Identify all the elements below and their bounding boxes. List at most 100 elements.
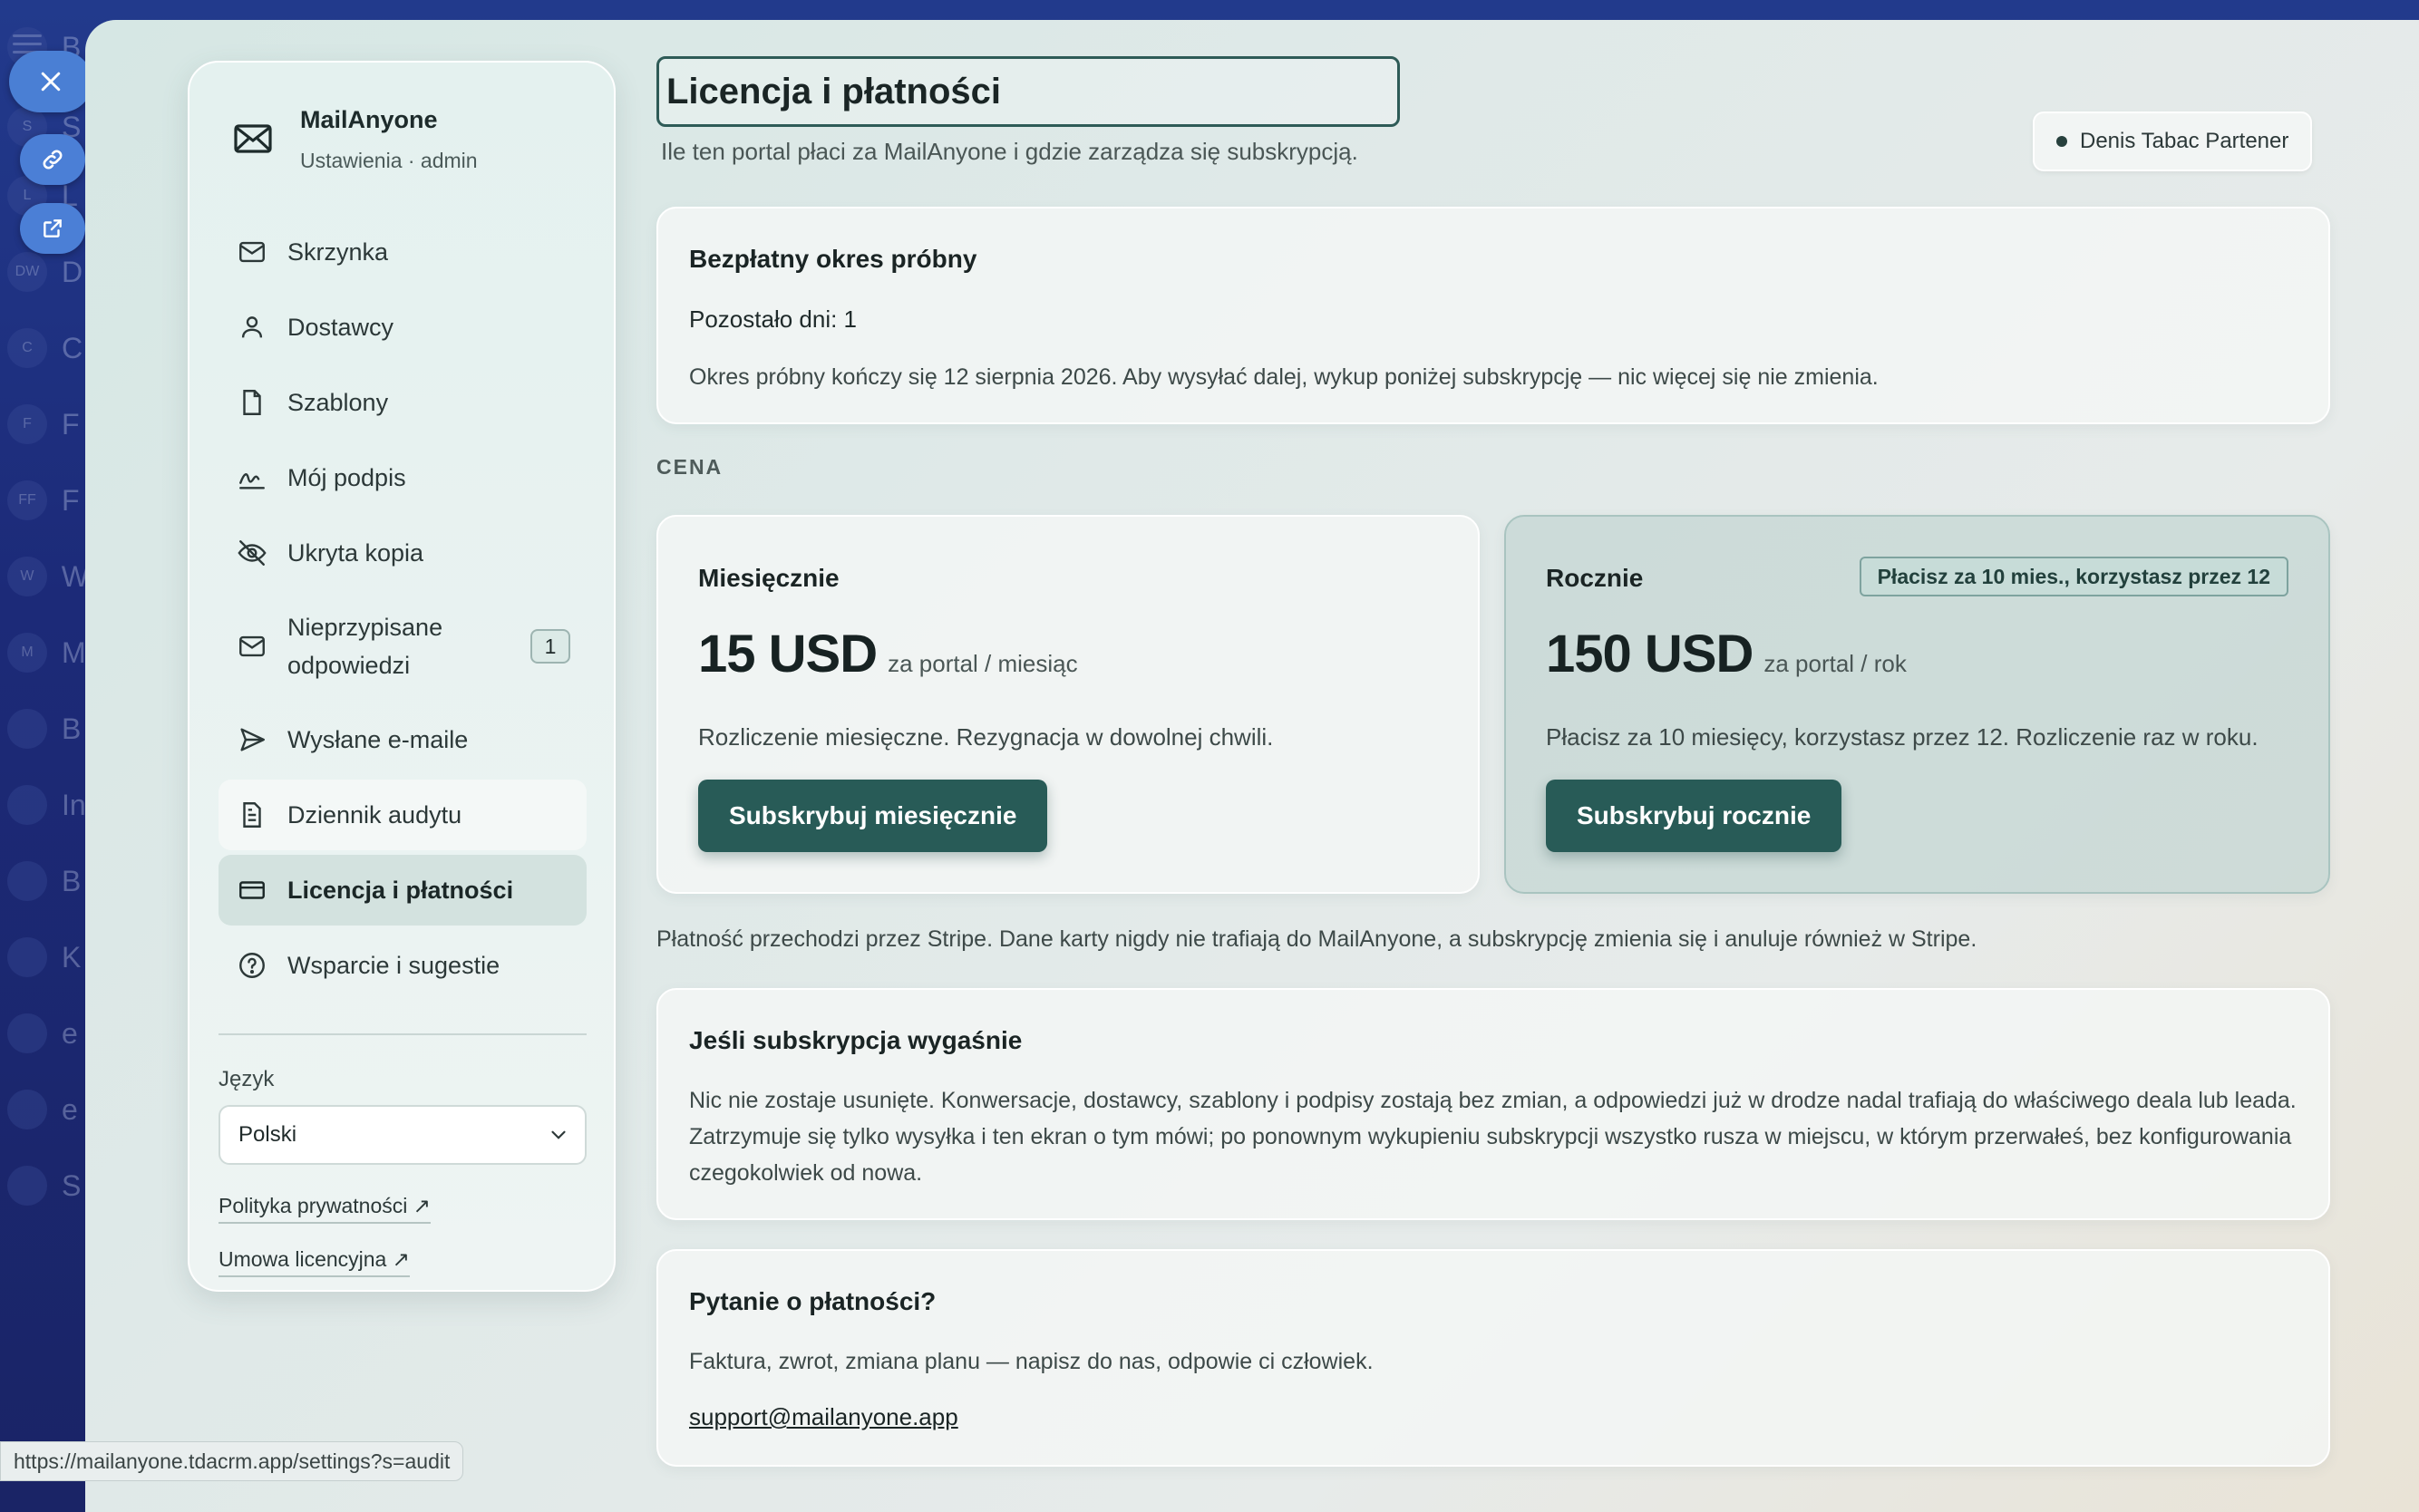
nav-item-sent-emails[interactable]: Wysłane e-maile [219, 704, 587, 775]
list-item-initial: B [62, 712, 82, 745]
nav-item-label: Wysłane e-maile [287, 725, 469, 753]
list-item-initial: e [62, 1016, 78, 1050]
background-list-item: FF [7, 397, 89, 451]
privacy-policy-link[interactable]: Polityka prywatności ↗ [219, 1194, 432, 1224]
expiry-title: Jeśli subskrypcja wygaśnie [689, 1026, 1023, 1054]
nav-item-templates[interactable]: Szablony [219, 367, 587, 438]
expiry-card: Jeśli subskrypcja wygaśnie Nic nie zosta… [656, 988, 2330, 1220]
external-link-icon [44, 219, 62, 237]
list-item-initial: M [62, 635, 86, 669]
trial-note: Okres próbny kończy się 12 sierpnia 2026… [689, 364, 1879, 390]
divider [219, 1033, 587, 1035]
envelope-icon [234, 124, 272, 153]
avatar [7, 785, 47, 825]
chevron-down-icon [551, 1130, 566, 1139]
nav-item-label: Dziennik audytu [287, 800, 462, 829]
page-title[interactable]: Licencja i płatności [656, 56, 1400, 127]
nav-item-label: Dostawcy [287, 313, 394, 341]
avatar: F [7, 404, 47, 444]
price-unit: za portal / rok [1763, 650, 1907, 677]
close-button[interactable] [9, 51, 92, 112]
list-item-initial: e [62, 1092, 78, 1126]
link-icon [43, 150, 63, 170]
nav-item-signature[interactable]: Mój podpis [219, 442, 587, 513]
plan-description: Płacisz za 10 miesięcy, korzystasz przez… [1546, 723, 2259, 751]
status-bar-url: https://mailanyone.tdacrm.app/settings?s… [0, 1441, 464, 1481]
eye-off-icon [238, 540, 267, 566]
list-item-initial: S [62, 1168, 82, 1202]
plan-name: Miesięcznie [698, 564, 840, 592]
questions-title: Pytanie o płatności? [689, 1287, 937, 1315]
status-dot [2056, 136, 2067, 147]
questions-body: Faktura, zwrot, zmiana planu — napisz do… [689, 1349, 1374, 1374]
avatar: W [7, 557, 47, 596]
help-icon [239, 953, 265, 978]
user-name: Denis Tabac Partener [2080, 129, 2289, 153]
avatar: DW [7, 252, 47, 292]
nav-item-inbox[interactable]: Skrzynka [219, 217, 587, 287]
brand: MailAnyone Ustawienia · admin [231, 106, 478, 173]
language-label: Język [219, 1067, 275, 1091]
background-list-item: S [7, 1158, 89, 1213]
avatar [7, 709, 47, 749]
subscribe-yearly-button[interactable]: Subskrybuj rocznie [1546, 780, 1842, 852]
background-list-item: B [7, 854, 89, 908]
license-agreement-link[interactable]: Umowa licencyjna ↗ [219, 1247, 411, 1277]
nav-item-suppliers[interactable]: Dostawcy [219, 292, 587, 363]
close-icon [41, 72, 61, 92]
background-list-item: In [7, 778, 89, 832]
nav-item-bcc[interactable]: Ukryta kopia [219, 518, 587, 588]
background-list-item: B [7, 702, 89, 756]
background-list-item: e [7, 1082, 89, 1137]
nav-item-license-payments[interactable]: Licencja i płatności [219, 855, 587, 926]
yearly-plan-card: Rocznie Płacisz za 10 mies., korzystasz … [1504, 515, 2330, 894]
list-item-initial: K [62, 940, 82, 974]
trial-title: Bezpłatny okres próbny [689, 245, 977, 273]
trial-card: Bezpłatny okres próbny Pozostało dni: 1 … [656, 207, 2330, 424]
open-external-button[interactable] [20, 203, 85, 254]
card-icon [239, 881, 265, 899]
language-select[interactable]: Polski [219, 1105, 587, 1165]
document-icon [243, 802, 261, 828]
avatar [7, 1013, 47, 1053]
page-subtitle: Ile ten portal płaci za MailAnyone i gdz… [661, 138, 1358, 165]
nav-item-audit-log[interactable]: Dziennik audytu [219, 780, 587, 850]
nav-item-label: Nieprzypisane odpowiedzi [287, 614, 443, 679]
avatar: FF [7, 480, 47, 520]
nav-item-label: Ukryta kopia [287, 538, 424, 567]
settings-nav: Skrzynka Dostawcy Szablony Mój podpis Uk… [219, 217, 587, 1005]
background-list-item: WW [7, 549, 89, 604]
list-item-initial: C [62, 331, 83, 364]
avatar: C [7, 328, 47, 368]
settings-panel: MailAnyone Ustawienia · admin Skrzynka D… [85, 20, 2419, 1512]
support-email-link[interactable]: support@mailanyone.app [689, 1403, 958, 1431]
avatar [7, 1166, 47, 1206]
background-list-item: FF F [7, 473, 89, 528]
brand-subtitle: Ustawienia · admin [300, 149, 478, 172]
plan-savings-tag: Płacisz za 10 mies., korzystasz przez 12 [1859, 557, 2288, 596]
signature-icon [239, 473, 265, 489]
mail-icon [239, 635, 265, 657]
plan-price: 150 USD za portal / rok [1546, 624, 1907, 684]
language-value: Polski [238, 1122, 297, 1147]
nav-item-label: Mój podpis [287, 463, 406, 491]
price-amount: 150 USD [1546, 625, 1754, 683]
user-chip[interactable]: Denis Tabac Partener [2033, 111, 2313, 171]
nav-item-support[interactable]: Wsparcie i sugestie [219, 930, 587, 1001]
nav-item-label: Skrzynka [287, 237, 389, 266]
link-button[interactable] [20, 134, 85, 185]
background-list-item: MM [7, 625, 89, 680]
plan-price: 15 USD za portal / miesiąc [698, 624, 1078, 684]
list-item-initial: F [62, 483, 80, 517]
settings-sidebar: MailAnyone Ustawienia · admin Skrzynka D… [188, 61, 616, 1292]
plan-name: Rocznie [1546, 564, 1644, 592]
nav-item-unassigned-replies[interactable]: Nieprzypisane odpowiedzi 1 [219, 593, 587, 700]
list-item-initial: F [62, 407, 80, 441]
background-list-item: K [7, 930, 89, 984]
trial-remaining: Pozostało dni: 1 [689, 305, 858, 333]
nav-item-label: Licencja i płatności [287, 876, 514, 904]
subscribe-monthly-button[interactable]: Subskrybuj miesięcznie [698, 780, 1048, 852]
send-icon [240, 728, 265, 751]
background-list-item: CC [7, 321, 89, 375]
payment-questions-card: Pytanie o płatności? Faktura, zwrot, zmi… [656, 1249, 2330, 1467]
